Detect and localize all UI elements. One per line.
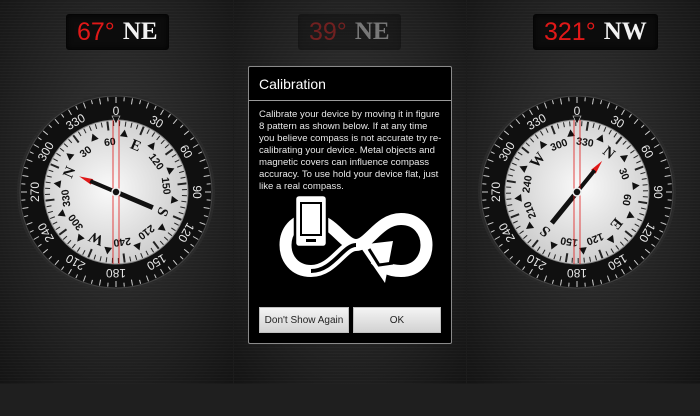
calibration-dialog: Calibration Calibrate your device by mov…	[248, 66, 452, 344]
center-pivot	[572, 187, 582, 197]
center-pivot	[111, 187, 121, 197]
compass-dial: 0306090120150180210240270300330N3060E120…	[16, 92, 216, 292]
bezel-label: 270	[489, 182, 503, 202]
dial-label: 60	[620, 193, 634, 207]
dial-label: 240	[113, 235, 132, 249]
compass-dial: 0306090120150180210240270300330N3060E120…	[477, 92, 677, 292]
ok-button[interactable]: OK	[353, 307, 441, 333]
bezel-label: 90	[190, 185, 204, 199]
heading-degrees: 321°	[544, 17, 596, 46]
heading-readout: 39° NE	[298, 14, 401, 50]
dial-label: 150	[159, 176, 173, 195]
compass-screen-right: 321° NW 0 30 60 90 120 150 180 210 240 270 300 330 N…	[467, 0, 700, 384]
compass-dial-graphic: 0306090120150180210240270300330N3060E120…	[478, 93, 676, 291]
figure-eight-illustration	[271, 193, 441, 297]
compass-screen-center: 39° NE 0306090120150180210240270300330N3…	[234, 0, 466, 384]
dial-label: 330	[59, 189, 73, 208]
bezel-label: 180	[567, 266, 587, 280]
bezel-label: 270	[28, 182, 42, 202]
dont-show-again-button[interactable]: Don't Show Again	[259, 307, 349, 333]
compass-screen-left: 67° NE 0 30 60 90 120 150 180 210 240 270 300 330 N 3…	[0, 0, 233, 384]
dialog-message: Calibrate your device by moving it in fi…	[259, 109, 442, 192]
heading-direction: NW	[603, 18, 647, 45]
heading-degrees: 67°	[77, 17, 115, 46]
bottom-strip	[0, 384, 700, 416]
bezel-label: 180	[106, 266, 126, 280]
heading-degrees: 39°	[309, 17, 347, 46]
compass-dial-graphic: 0306090120150180210240270300330N3060E120…	[17, 93, 215, 291]
phone-icon	[293, 193, 329, 249]
dial-label: 60	[103, 136, 116, 149]
heading-direction: NE	[122, 18, 158, 45]
heading-readout: 321° NW	[533, 14, 658, 50]
heading-direction: NE	[354, 18, 390, 45]
dialog-title: Calibration	[259, 76, 326, 92]
bezel-label: 90	[651, 185, 665, 199]
dialog-divider	[249, 100, 451, 101]
heading-readout: 67° NE	[66, 14, 169, 50]
